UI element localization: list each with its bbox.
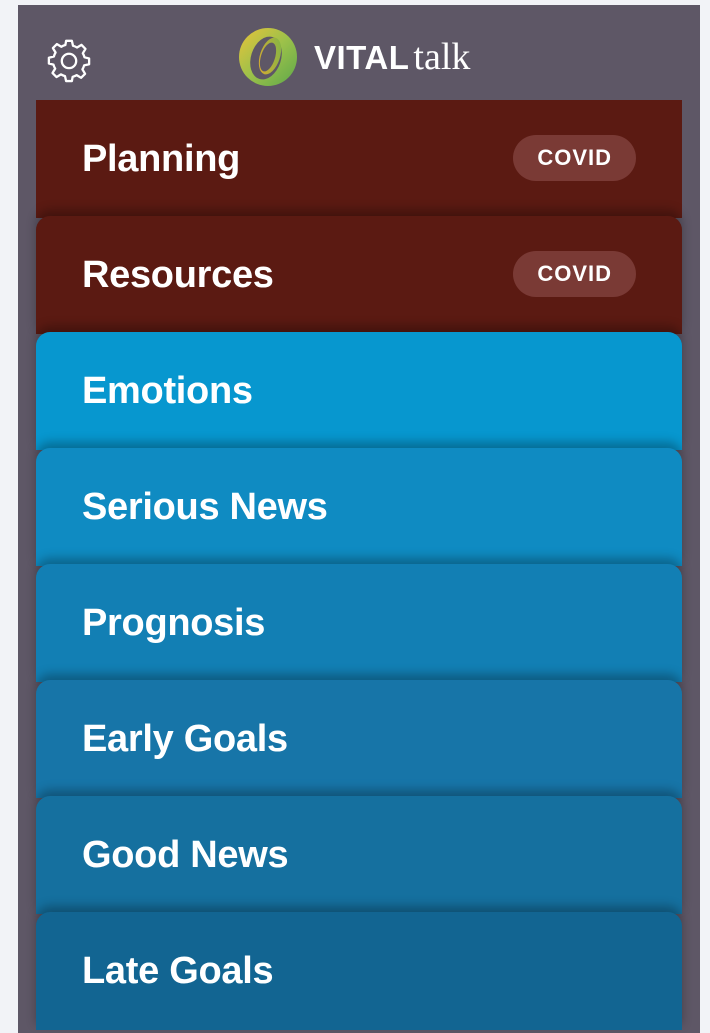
- card-serious-news[interactable]: Serious News: [36, 448, 682, 566]
- card-label: Late Goals: [82, 950, 274, 992]
- card-label: Emotions: [82, 370, 253, 412]
- card-label: Serious News: [82, 486, 328, 528]
- vitaltalk-logo-icon: [239, 28, 297, 86]
- app-screen: VITAL talk Planning COVID Resources COVI…: [18, 5, 700, 1033]
- gear-icon[interactable]: [46, 37, 92, 83]
- card-label: Prognosis: [82, 602, 266, 644]
- logo-text-vital: VITAL: [314, 39, 410, 76]
- header-bar: VITAL talk: [18, 5, 700, 100]
- card-late-goals[interactable]: Late Goals: [36, 912, 682, 1030]
- app-logo: VITAL talk: [236, 27, 470, 87]
- card-label: Planning: [82, 138, 241, 180]
- covid-badge: COVID: [513, 135, 636, 181]
- card-label: Resources: [82, 254, 274, 296]
- card-resources[interactable]: Resources COVID: [36, 216, 682, 334]
- card-label: Good News: [82, 834, 289, 876]
- card-label: Early Goals: [82, 718, 288, 760]
- covid-badge: COVID: [513, 251, 636, 297]
- card-early-goals[interactable]: Early Goals: [36, 680, 682, 798]
- logo-text-talk: talk: [413, 36, 471, 78]
- card-emotions[interactable]: Emotions: [36, 332, 682, 450]
- logo-wordmark: VITAL talk: [314, 35, 470, 79]
- card-planning[interactable]: Planning COVID: [36, 100, 682, 218]
- card-prognosis[interactable]: Prognosis: [36, 564, 682, 682]
- card-good-news[interactable]: Good News: [36, 796, 682, 914]
